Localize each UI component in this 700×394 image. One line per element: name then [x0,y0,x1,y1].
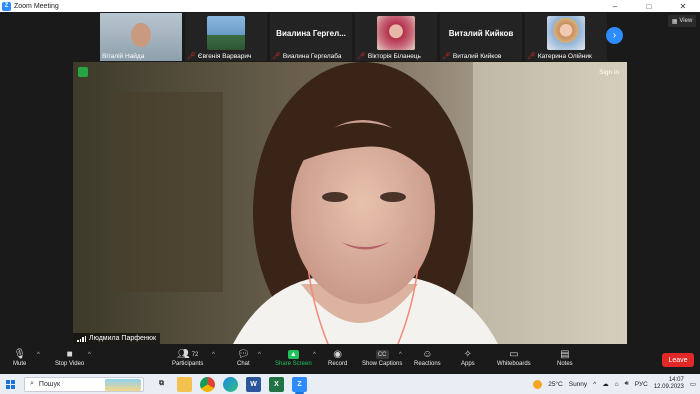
participants-count: 72 [191,351,199,358]
apps-button[interactable]: ✧ Apps [461,348,475,367]
smiley-icon: ☺ [422,349,433,360]
file-explorer-icon[interactable] [177,376,192,392]
closed-captions-icon: CC [375,350,389,359]
participant-display-name: Виталий Кийков [448,29,514,38]
participant-tile[interactable]: 🎤︎ Катерина Олійник [525,13,607,61]
windows-taskbar: ⌕ Пошук ⧉ W X Z 25°C Sunny ^ ☁ ⌂ 🔊︎ РУС … [0,374,700,394]
search-icon: ⌕ [30,380,34,387]
chat-bubble-icon: 💬︎ [237,349,250,360]
weather-sun-icon[interactable] [533,379,543,389]
excel-icon[interactable]: X [269,376,284,392]
show-captions-button[interactable]: CC Show Captions [362,348,402,367]
participant-name: Катерина Олійник [537,52,592,60]
chat-button[interactable]: 💬︎ Chat [237,348,250,367]
volume-icon[interactable]: 🔊︎ [625,380,629,388]
minimize-button[interactable]: – [598,2,632,11]
participant-tile[interactable]: Виталий Кийков 🎤︎ Виталий Кийков [440,13,522,61]
next-page-arrow-icon[interactable]: › [606,27,623,44]
search-highlight-image [105,378,141,391]
active-speaker-video: Sign in Людмила Парфенюк [73,62,627,344]
mic-muted-icon: 🎤︎ [357,53,366,60]
word-icon[interactable]: W [246,376,261,392]
taskbar-search-box[interactable]: ⌕ Пошук [24,376,144,392]
participant-tile[interactable]: Виалина Гергел... 🎤︎ Виалина Гергелаба [270,13,352,61]
signal-strength-icon [77,335,86,342]
speaker-video-frame [73,62,627,344]
participant-name: Віталій Найда [102,53,145,60]
share-screen-icon: ▲ [287,350,299,359]
search-placeholder: Пошук [38,380,61,388]
meeting-toolbar: 🎙︎ Mute ^ ■ Stop Video ^ 👥︎ 72 Participan… [0,344,700,374]
participant-strip: Віталій Найда 🎤︎ Євгенія Варварич Виалина… [100,13,630,61]
share-screen-button[interactable]: ▲ Share Screen [275,348,312,367]
mic-muted-icon: 🎤︎ [527,53,536,60]
title-bar: Z Zoom Meeting – □ ✕ [0,0,700,12]
zoom-app-icon: Z [2,1,11,11]
system-tray: 25°C Sunny ^ ☁ ⌂ 🔊︎ РУС 14:07 12.09.2023… [533,377,700,391]
zoom-taskbar-icon[interactable]: Z [292,376,307,394]
apps-icon: ✧ [463,349,473,360]
weather-condition[interactable]: Sunny [569,381,587,388]
start-button[interactable] [0,374,20,394]
mute-button[interactable]: 🎙︎ Mute [13,348,26,367]
mic-muted-icon: 🎤︎ [272,53,281,60]
view-button[interactable]: ▦ View [668,15,696,27]
participant-display-name: Виалина Гергел... [276,29,346,38]
chat-caret-icon[interactable]: ^ [258,352,261,358]
participant-name: Вікторія Біланець [367,52,421,60]
notifications-icon[interactable]: ▭ [690,380,696,388]
mic-muted-icon: 🎤︎ [442,53,451,60]
task-view-icon[interactable]: ⧉ [154,377,169,392]
participant-tile[interactable]: 🎤︎ Євгенія Варварич [185,13,267,61]
windows-logo-icon [5,379,15,389]
participants-icon: 👥︎ [176,349,190,360]
participant-avatar [207,16,245,50]
leave-button[interactable]: Leave [662,353,694,367]
share-caret-icon[interactable]: ^ [313,352,316,358]
clock-date: 12.09.2023 [653,384,684,390]
close-button[interactable]: ✕ [666,2,700,11]
sign-in-link[interactable]: Sign in [599,69,619,76]
participant-avatar [377,16,415,50]
participants-button[interactable]: 👥︎ 72 Participants [172,348,203,367]
network-icon[interactable]: ⌂ [615,381,619,388]
grid-icon: ▦ [671,18,678,25]
show-hidden-icons-icon[interactable]: ^ [593,381,596,388]
video-options-caret-icon[interactable]: ^ [88,352,91,358]
stop-video-button[interactable]: ■ Stop Video [55,348,84,367]
window-title: Zoom Meeting [14,2,59,10]
captions-caret-icon[interactable]: ^ [399,352,402,358]
whiteboards-button[interactable]: ▭ Whiteboards [497,348,531,367]
notes-button[interactable]: ▤ Notes [557,348,573,367]
participant-avatar [547,16,585,50]
edge-icon[interactable] [223,376,238,392]
participant-name: Євгенія Варварич [197,52,252,60]
speaker-name: Людмила Парфенюк [89,335,157,342]
participant-tile[interactable]: Віталій Найда [100,13,182,61]
notes-icon: ▤ [560,349,570,360]
clock[interactable]: 14:07 12.09.2023 [654,377,684,391]
record-button[interactable]: ◉ Record [328,348,347,367]
encryption-shield-icon[interactable] [78,67,88,77]
clock-time: 14:07 [668,377,684,383]
video-camera-icon: ■ [66,349,73,360]
weather-temperature[interactable]: 25°C [548,381,563,388]
maximize-button[interactable]: □ [632,2,666,11]
participant-name: Виталий Кийков [452,52,502,60]
whiteboard-icon: ▭ [509,349,519,360]
reactions-button[interactable]: ☺ Reactions [414,348,441,367]
chrome-icon[interactable] [200,376,215,392]
language-indicator[interactable]: РУС [635,381,648,388]
participant-tile[interactable]: 🎤︎ Вікторія Біланець [355,13,437,61]
audio-options-caret-icon[interactable]: ^ [37,352,40,358]
participants-caret-icon[interactable]: ^ [212,352,215,358]
speaker-name-label: Людмила Парфенюк [73,333,161,344]
microphone-icon: 🎙︎ [13,349,27,360]
meeting-stage: Віталій Найда 🎤︎ Євгенія Варварич Виалина… [0,12,700,344]
onedrive-cloud-icon[interactable]: ☁ [602,380,609,388]
record-icon: ◉ [333,349,343,360]
mic-muted-icon: 🎤︎ [187,53,196,60]
participant-name: Виалина Гергелаба [282,52,342,60]
